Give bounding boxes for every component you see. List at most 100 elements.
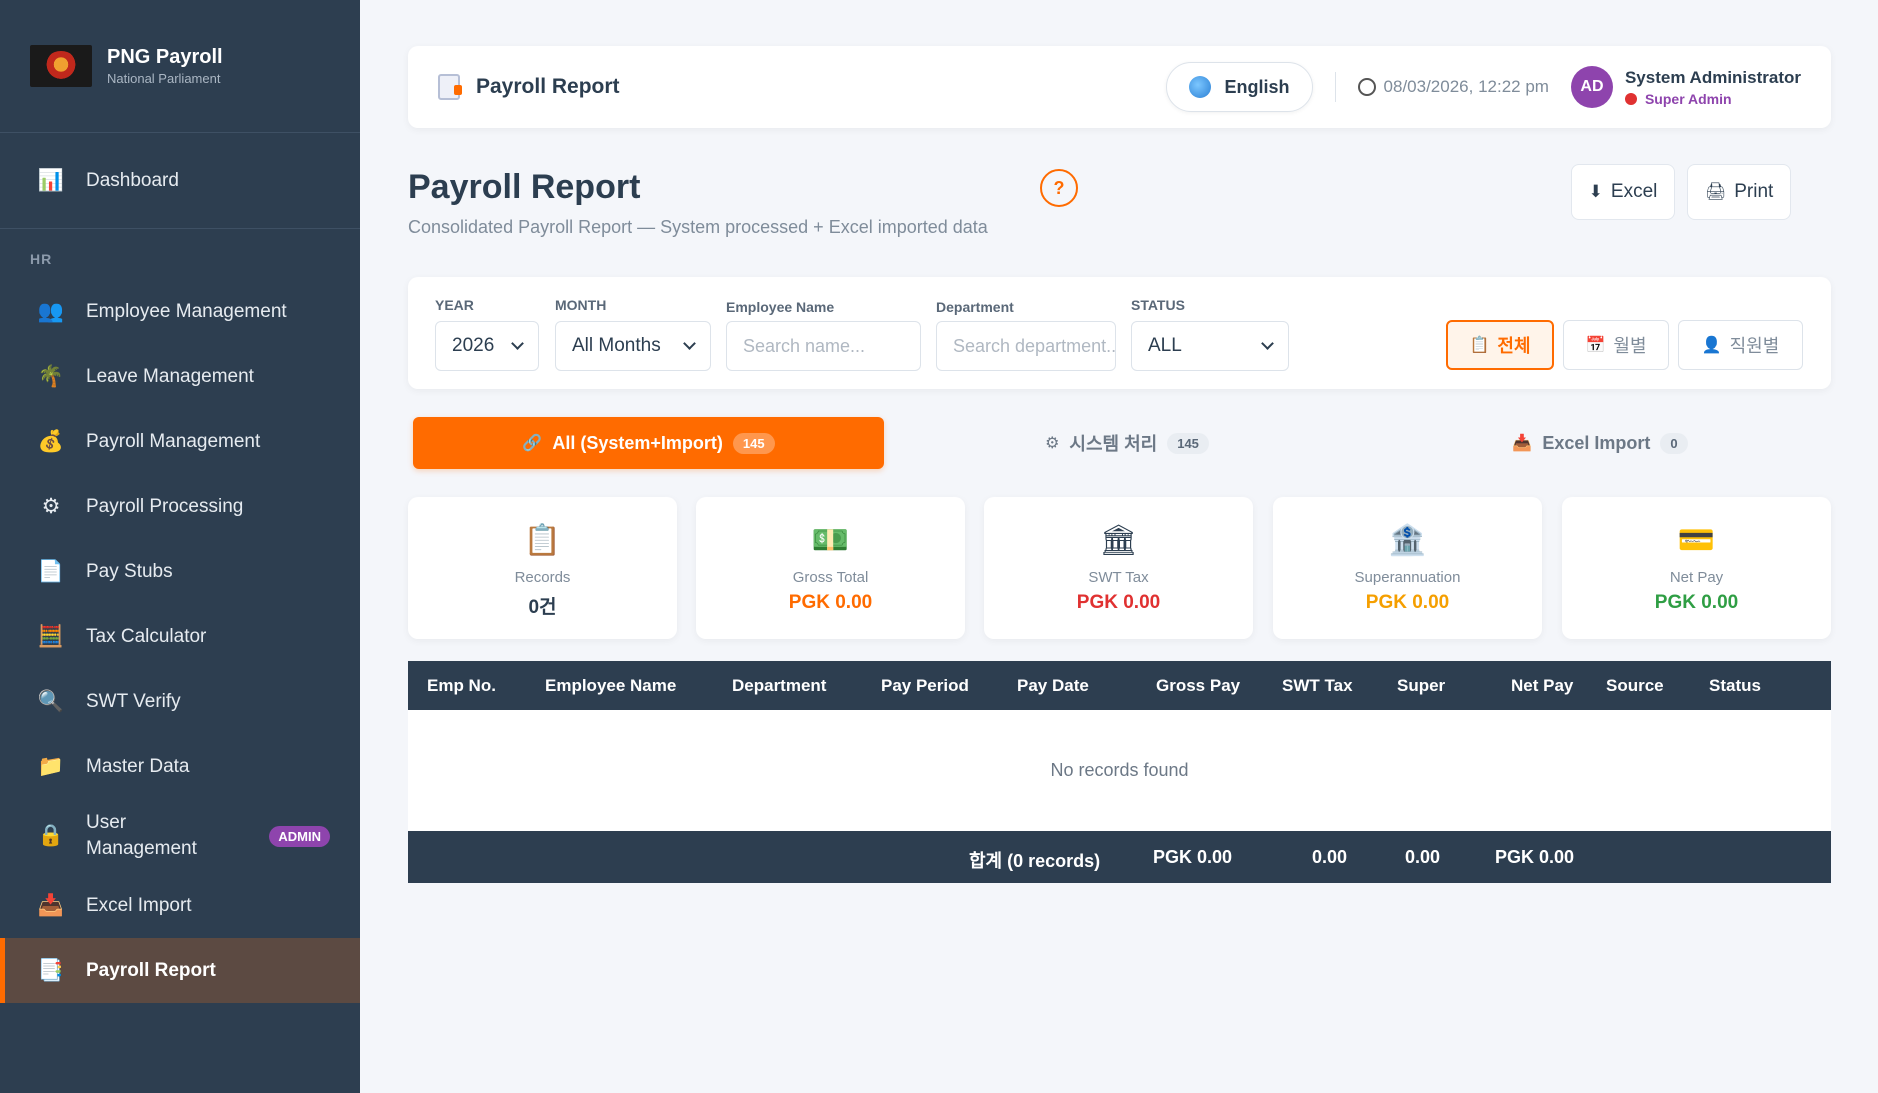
sidebar-item-label: Master Data [86, 755, 190, 777]
sidebar-item-leave-management[interactable]: 🌴 Leave Management [0, 344, 360, 409]
sidebar-item-user-management[interactable]: 🔒 User Management ADMIN [0, 799, 360, 873]
card-value: 0건 [528, 597, 557, 618]
column-header-status[interactable]: Status [1709, 676, 1761, 696]
column-header-super[interactable]: Super [1397, 676, 1445, 696]
sidebar-item-label: Payroll Report [86, 959, 216, 981]
sidebar-item-label: Employee Management [86, 300, 287, 322]
report-icon: 📑 [37, 958, 65, 982]
sidebar-item-label: Pay Stubs [86, 560, 173, 582]
sidebar-item-label: Excel Import [86, 894, 192, 916]
column-header-emp-no[interactable]: Emp No. [427, 676, 496, 696]
clipboard-icon: 📋 [523, 524, 562, 557]
brand: PNG Payroll National Parliament [0, 0, 360, 133]
column-header-gross-pay[interactable]: Gross Pay [1156, 676, 1240, 696]
sidebar: PNG Payroll National Parliament 📊 Dashbo… [0, 0, 360, 1093]
user-info: System Administrator Super Admin [1624, 68, 1801, 107]
column-header-pay-date[interactable]: Pay Date [1017, 676, 1089, 696]
sidebar-item-employee-management[interactable]: 👥 Employee Management [0, 279, 360, 344]
employee-name-label: Employee Name [726, 299, 835, 315]
print-button-label: Print [1734, 181, 1774, 202]
divider [1334, 72, 1336, 102]
print-button[interactable]: 🖨 Print [1687, 164, 1791, 220]
sidebar-item-pay-stubs[interactable]: 📄 Pay Stubs [0, 539, 360, 604]
tab-count-badge: 0 [1660, 432, 1688, 454]
tab-system-processed[interactable]: ⚙ 시스템 처리 145 [892, 417, 1362, 469]
printer-icon: 🖨 [1704, 182, 1727, 201]
sidebar-item-master-data[interactable]: 📁 Master Data [0, 734, 360, 799]
clock-icon [1357, 78, 1376, 96]
status-select[interactable]: ALL [1131, 321, 1289, 371]
column-header-pay-period[interactable]: Pay Period [881, 676, 969, 696]
card-label: Records [514, 569, 571, 586]
card-label: SWT Tax [1088, 569, 1149, 586]
month-value: All Months [572, 335, 661, 356]
help-button[interactable]: ? [1040, 169, 1078, 207]
footer-total-label: 합계 (0 records) [969, 851, 1101, 871]
column-header-net-pay[interactable]: Net Pay [1511, 676, 1573, 696]
sidebar-item-tax-calculator[interactable]: 🧮 Tax Calculator [0, 604, 360, 669]
year-value: 2026 [452, 335, 495, 356]
topbar-title: Payroll Report [476, 75, 620, 98]
status-value: ALL [1148, 335, 1182, 356]
department-input[interactable]: Search department... [936, 321, 1116, 371]
credit-card-icon: 💳 [1677, 524, 1716, 557]
sidebar-item-label: User Management [86, 810, 197, 862]
cash-icon: 💵 [811, 524, 850, 557]
download-icon: ⬇ [1588, 182, 1603, 201]
employee-name-placeholder: Search name... [743, 335, 866, 356]
admin-badge: ADMIN [269, 825, 330, 847]
tab-all-sources[interactable]: 🔗 All (System+Import) 145 [413, 417, 884, 469]
column-header-source[interactable]: Source [1606, 676, 1664, 696]
sidebar-item-payroll-management[interactable]: 💰 Payroll Management [0, 409, 360, 474]
language-button[interactable]: English [1165, 62, 1313, 112]
sidebar-item-label: Payroll Management [86, 430, 261, 452]
footer-super-total: 0.00 [1405, 847, 1441, 867]
table-body: No records found [408, 710, 1831, 831]
column-header-department[interactable]: Department [732, 676, 826, 696]
excel-button[interactable]: ⬇ Excel [1571, 164, 1675, 220]
clipboard-icon: 📋 [1469, 337, 1490, 354]
brand-subtitle: National Parliament [107, 71, 221, 86]
sidebar-item-payroll-processing[interactable]: ⚙ Payroll Processing [0, 474, 360, 539]
tab-count-badge: 145 [732, 432, 775, 454]
view-employee-button[interactable]: 👤 직원별 [1678, 320, 1803, 370]
view-employee-label: 직원별 [1729, 336, 1780, 356]
people-icon: 👥 [37, 299, 65, 323]
avatar[interactable]: AD [1570, 66, 1613, 108]
excel-button-label: Excel [1610, 181, 1658, 202]
column-header-employee-name[interactable]: Employee Name [545, 676, 676, 696]
sidebar-item-excel-import[interactable]: 📥 Excel Import [0, 873, 360, 938]
department-label: Department [936, 299, 1014, 315]
language-label: English [1224, 76, 1290, 97]
tab-label: Excel Import [1542, 432, 1651, 453]
view-all-button[interactable]: 📋 전체 [1446, 320, 1554, 370]
sidebar-item-dashboard[interactable]: 📊 Dashboard [0, 133, 360, 229]
brand-title: PNG Payroll [107, 46, 223, 68]
chevron-down-icon [511, 337, 524, 350]
table-header: Emp No. Employee Name Department Pay Per… [408, 661, 1831, 710]
sidebar-item-payroll-report[interactable]: 📑 Payroll Report [0, 938, 360, 1003]
view-monthly-button[interactable]: 📅 월별 [1563, 320, 1669, 370]
money-bag-icon: 💰 [37, 429, 65, 453]
footer-net-total: PGK 0.00 [1495, 847, 1575, 867]
column-header-swt-tax[interactable]: SWT Tax [1282, 676, 1353, 696]
year-select[interactable]: 2026 [435, 321, 539, 371]
page-title: Payroll Report [408, 168, 641, 206]
tab-excel-import[interactable]: 📥 Excel Import 0 [1370, 417, 1830, 469]
summary-card-records: 📋 Records 0건 [408, 497, 677, 639]
sidebar-item-swt-verify[interactable]: 🔍 SWT Verify [0, 669, 360, 734]
summary-card-net-pay: 💳 Net Pay PGK 0.00 [1562, 497, 1831, 639]
bank-icon: 🏛 [1099, 524, 1138, 557]
card-label: Superannuation [1354, 569, 1461, 586]
view-monthly-label: 월별 [1613, 336, 1647, 356]
month-select[interactable]: All Months [555, 321, 711, 371]
calculator-icon: 🧮 [37, 624, 65, 648]
parliament-logo [30, 45, 92, 87]
card-value: PGK 0.00 [1365, 592, 1450, 613]
datetime-text: 08/03/2026, 12:22 pm [1383, 77, 1549, 96]
lock-icon: 🔒 [37, 824, 65, 847]
user-role-text: Super Admin [1644, 90, 1732, 107]
tab-count-badge: 145 [1167, 432, 1209, 454]
gear-icon: ⚙ [1045, 435, 1060, 452]
employee-name-input[interactable]: Search name... [726, 321, 921, 371]
